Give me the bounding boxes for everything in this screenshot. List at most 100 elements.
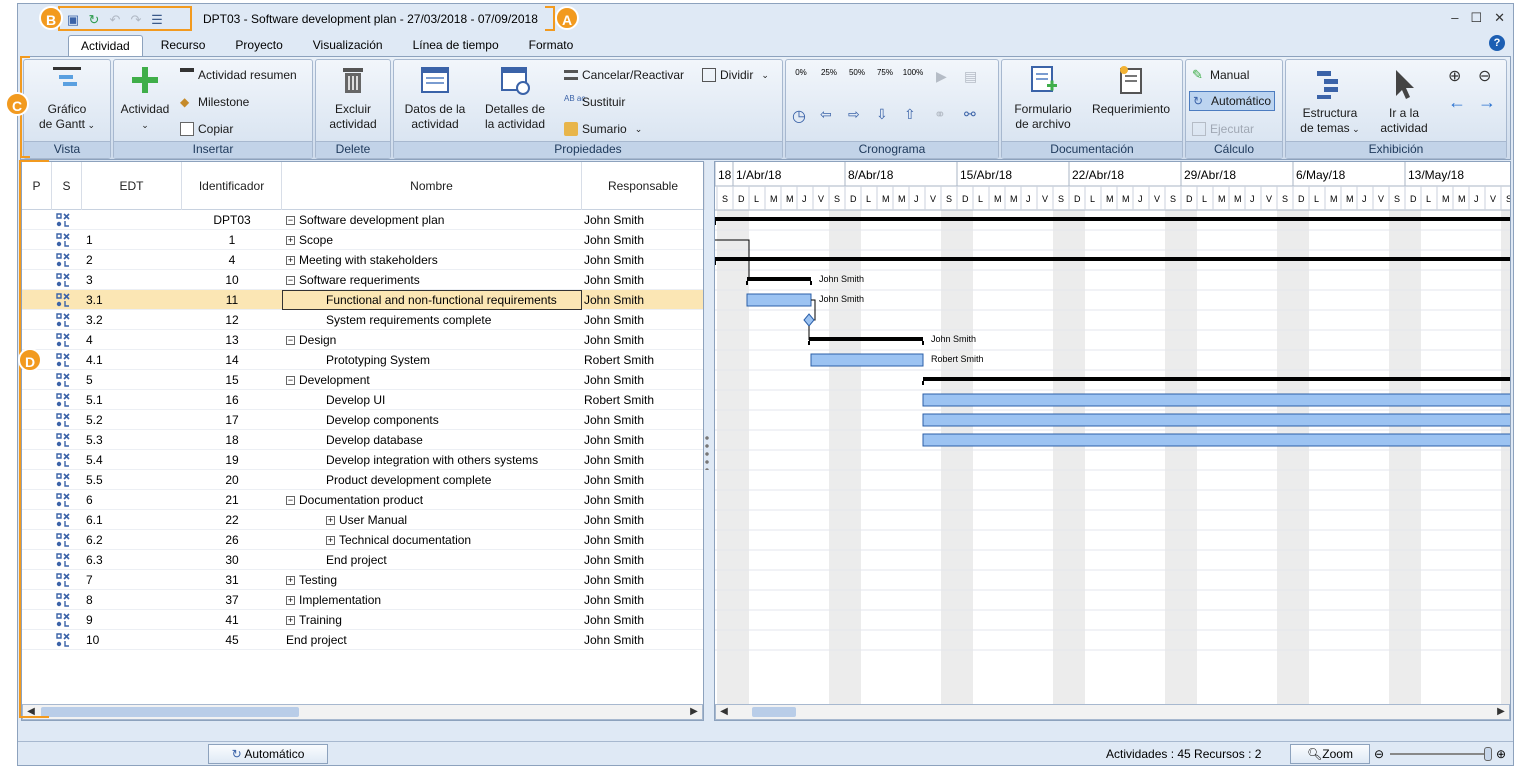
summary-dropdown[interactable]: Sumario ⌄ [564, 122, 642, 136]
table-row[interactable]: 10 45 End project John Smith [22, 630, 703, 650]
zoom-slider-minus-icon[interactable]: ⊖ [1374, 747, 1384, 761]
column-header-nombre[interactable]: Nombre [282, 162, 582, 210]
table-row[interactable]: 5.1 16 Develop UI Robert Smith [22, 390, 703, 410]
manual-button[interactable]: ✎ Manual [1192, 68, 1249, 83]
name-cell[interactable]: − Development [282, 370, 582, 390]
table-row[interactable]: 5.5 20 Product development complete John Sm… [22, 470, 703, 490]
table-row[interactable]: 4.1 14 Prototyping System Robert Smith [22, 350, 703, 370]
copy-button[interactable]: Copiar [180, 122, 233, 136]
name-cell[interactable]: − Software development plan [282, 210, 582, 230]
move-up-icon[interactable]: ⇧ [904, 106, 916, 123]
table-row[interactable]: 4 13− Design John Smith [22, 330, 703, 350]
expand-icon[interactable]: + [286, 596, 295, 606]
zoom-out-icon[interactable]: ⊖ [1478, 66, 1491, 86]
column-header-identificador[interactable]: Identificador [182, 162, 282, 210]
tab-proyecto[interactable]: Proyecto [223, 35, 294, 57]
table-row[interactable]: 6.3 30 End project John Smith [22, 550, 703, 570]
help-icon[interactable]: ? [1489, 35, 1505, 51]
column-header-responsable[interactable]: Responsable [582, 162, 705, 210]
move-left-icon[interactable]: ⇦ [820, 106, 832, 123]
progress-75-button[interactable]: 75% [874, 68, 896, 77]
tab-recurso[interactable]: Recurso [149, 35, 218, 57]
arrow-left-icon[interactable]: ← [1448, 92, 1466, 113]
move-right-icon[interactable]: ⇨ [848, 106, 860, 123]
name-cell[interactable]: + Training [282, 610, 582, 630]
name-cell[interactable]: Develop database [282, 430, 582, 450]
name-cell[interactable]: End project [282, 550, 582, 570]
milestone-button[interactable]: ◆ Milestone [180, 95, 249, 109]
grid-scroll-thumb[interactable] [41, 707, 299, 717]
automatic-button[interactable]: ↻ Automático [1189, 91, 1276, 111]
minimize-icon[interactable]: – [1451, 10, 1458, 26]
execute-button[interactable]: Ejecutar [1192, 122, 1254, 136]
expand-icon[interactable]: + [286, 576, 295, 586]
table-row[interactable]: 1 1 + Scope John Smith [22, 230, 703, 250]
name-cell[interactable]: + User Manual [282, 510, 582, 530]
activity-data-button[interactable]: Datos de la actividad [398, 64, 472, 132]
table-row[interactable]: 3.1 11 Functional and non-functional requi… [22, 290, 703, 310]
collapse-icon[interactable]: − [286, 496, 295, 506]
collapse-icon[interactable]: − [286, 376, 295, 386]
requirement-button[interactable]: Requerimiento [1084, 64, 1178, 117]
gantt-scroll-thumb[interactable] [752, 707, 796, 717]
progress-100-button[interactable]: 100% [902, 68, 924, 77]
table-row[interactable]: 8 37 + Implementation John Smith [22, 590, 703, 610]
collapse-icon[interactable]: − [286, 336, 295, 346]
zoom-button[interactable]: 🔍︎Zoom [1290, 744, 1370, 764]
tab-actividad[interactable]: Actividad [68, 35, 143, 57]
table-row[interactable]: 5 15− Development John Smith [22, 370, 703, 390]
activity-details-button[interactable]: Detalles de la actividad [478, 64, 552, 132]
expand-icon[interactable]: + [286, 616, 295, 626]
tab-visualizacion[interactable]: Visualización [301, 35, 395, 57]
progress-50-button[interactable]: 50% [846, 68, 868, 77]
table-row[interactable]: 6 21− Documentation product John Smith [22, 490, 703, 510]
gantt-chart-button[interactable]: Gráfico de Gantt ⌄ [32, 64, 102, 133]
expand-icon[interactable]: + [326, 536, 335, 546]
play-icon[interactable]: ▶ [936, 68, 947, 85]
cancel-reactivate-button[interactable]: Cancelar/Reactivar [564, 68, 684, 82]
expand-icon[interactable]: + [326, 516, 335, 526]
name-cell[interactable]: − Software requeriments [282, 270, 582, 290]
table-row[interactable]: 3.2 12 System requirements complete John Sm… [22, 310, 703, 330]
zoom-slider-plus-icon[interactable]: ⊕ [1496, 747, 1506, 761]
name-cell[interactable]: Develop integration with others systems [282, 450, 582, 470]
table-row[interactable]: 7 31 + Testing John Smith [22, 570, 703, 590]
close-icon[interactable]: ✕ [1494, 10, 1505, 26]
table-row[interactable]: 5.4 19 Develop integration with others sys… [22, 450, 703, 470]
add-activity-button[interactable]: Actividad ⌄ [118, 64, 172, 133]
expand-icon[interactable]: + [286, 236, 295, 246]
splitter-handle[interactable] [705, 434, 709, 470]
name-cell[interactable]: + Scope [282, 230, 582, 250]
gantt-horizontal-scrollbar[interactable]: ◀ ▶ [715, 704, 1510, 720]
topic-structure-button[interactable]: Estructura de temas ⌄ [1290, 68, 1370, 137]
zoom-slider[interactable]: ⊖ ⊕ [1374, 747, 1512, 761]
delete-activity-button[interactable]: Excluir actividad [320, 64, 386, 132]
table-row[interactable]: 5.2 17 Develop components John Smith [22, 410, 703, 430]
name-cell[interactable]: − Documentation product [282, 490, 582, 510]
archive-form-button[interactable]: Formulario de archivo [1006, 64, 1080, 132]
column-header-s[interactable]: S [52, 162, 82, 210]
table-row[interactable]: 2 4 + Meeting with stakeholders John Smith [22, 250, 703, 270]
gantt-scroll-right-icon[interactable]: ▶ [1493, 705, 1509, 719]
arrow-right-icon[interactable]: → [1478, 92, 1496, 113]
summary-activity-button[interactable]: Actividad resumen [180, 68, 297, 82]
name-cell[interactable]: Develop components [282, 410, 582, 430]
replace-button[interactable]: AB ac Sustituir [564, 95, 625, 110]
name-cell[interactable]: Prototyping System [282, 350, 582, 370]
zoom-slider-handle[interactable] [1484, 747, 1492, 761]
tab-linea-de-tiempo[interactable]: Línea de tiempo [401, 35, 511, 57]
name-cell[interactable]: + Testing [282, 570, 582, 590]
name-cell[interactable]: System requirements complete [282, 310, 582, 330]
tab-formato[interactable]: Formato [517, 35, 586, 57]
name-cell[interactable]: Product development complete [282, 470, 582, 490]
name-cell[interactable]: + Implementation [282, 590, 582, 610]
calc-mode-button[interactable]: ↻ Automático [208, 744, 328, 764]
progress-25-button[interactable]: 25% [818, 68, 840, 77]
table-row[interactable]: 6.1 22 + User Manual John Smith [22, 510, 703, 530]
maximize-icon[interactable]: ☐ [1470, 10, 1482, 26]
clock-icon[interactable]: ◷ [792, 106, 806, 126]
table-row[interactable]: 3 10− Software requeriments John Smith [22, 270, 703, 290]
grid-horizontal-scrollbar[interactable]: ◀ ▶ [22, 704, 703, 720]
table-row[interactable]: 9 41 + Training John Smith [22, 610, 703, 630]
name-cell[interactable]: Develop UI [282, 390, 582, 410]
